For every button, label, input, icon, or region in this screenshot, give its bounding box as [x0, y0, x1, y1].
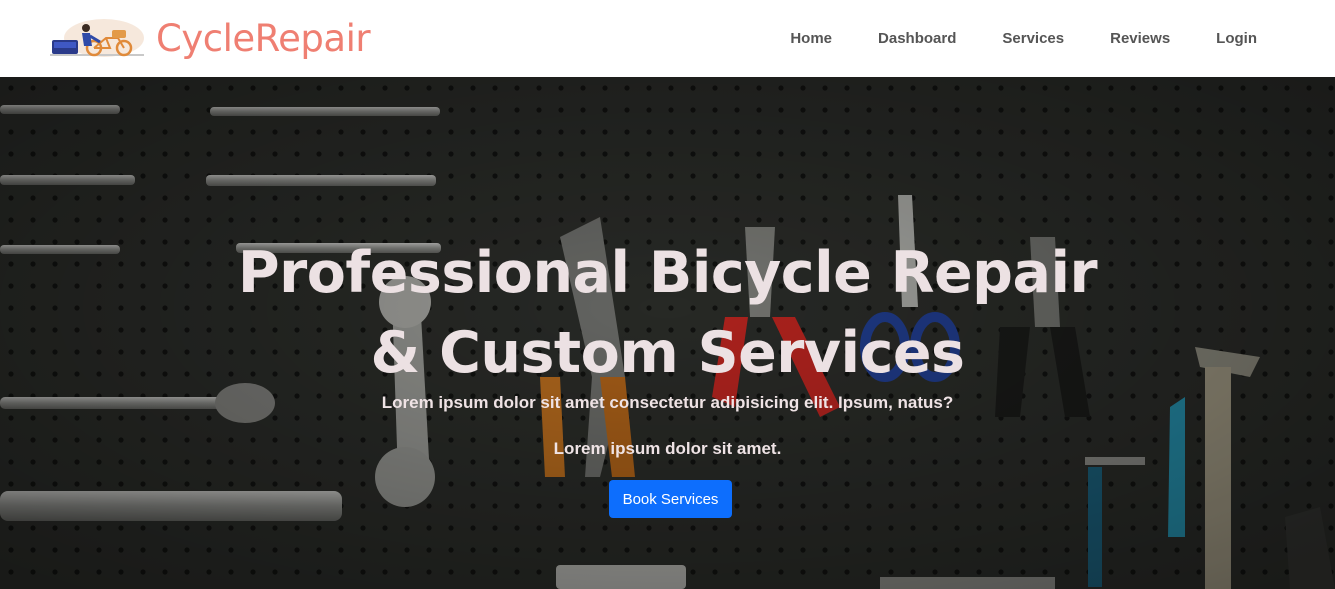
- nav-home[interactable]: Home: [767, 30, 855, 47]
- nav-dashboard[interactable]: Dashboard: [855, 30, 979, 47]
- nav-services[interactable]: Services: [979, 30, 1087, 47]
- hero-title-line2: & Custom Services: [370, 320, 965, 386]
- nav-reviews[interactable]: Reviews: [1087, 30, 1193, 47]
- nav-login[interactable]: Login: [1193, 30, 1257, 47]
- book-services-button[interactable]: Book Services: [609, 480, 732, 518]
- hero-subtitle-secondary: Lorem ipsum dolor sit amet.: [553, 439, 782, 458]
- hero-title-line1: Professional Bicycle Repair: [237, 240, 1098, 306]
- top-navbar: CycleRepair Home Dashboard Services Revi…: [0, 0, 1335, 77]
- hero-title: Professional Bicycle Repair & Custom Ser…: [0, 233, 1335, 393]
- hero-subtitle-primary: Lorem ipsum dolor sit amet consectetur a…: [381, 393, 954, 412]
- hero-content: Professional Bicycle Repair & Custom Ser…: [0, 77, 1335, 589]
- nav-links: Home Dashboard Services Reviews Login: [767, 0, 1257, 77]
- bicycle-repair-logo-icon: [50, 19, 144, 57]
- brand-name: CycleRepair: [156, 16, 371, 60]
- hero-section: Professional Bicycle Repair & Custom Ser…: [0, 77, 1335, 589]
- brand-link[interactable]: CycleRepair: [48, 14, 371, 62]
